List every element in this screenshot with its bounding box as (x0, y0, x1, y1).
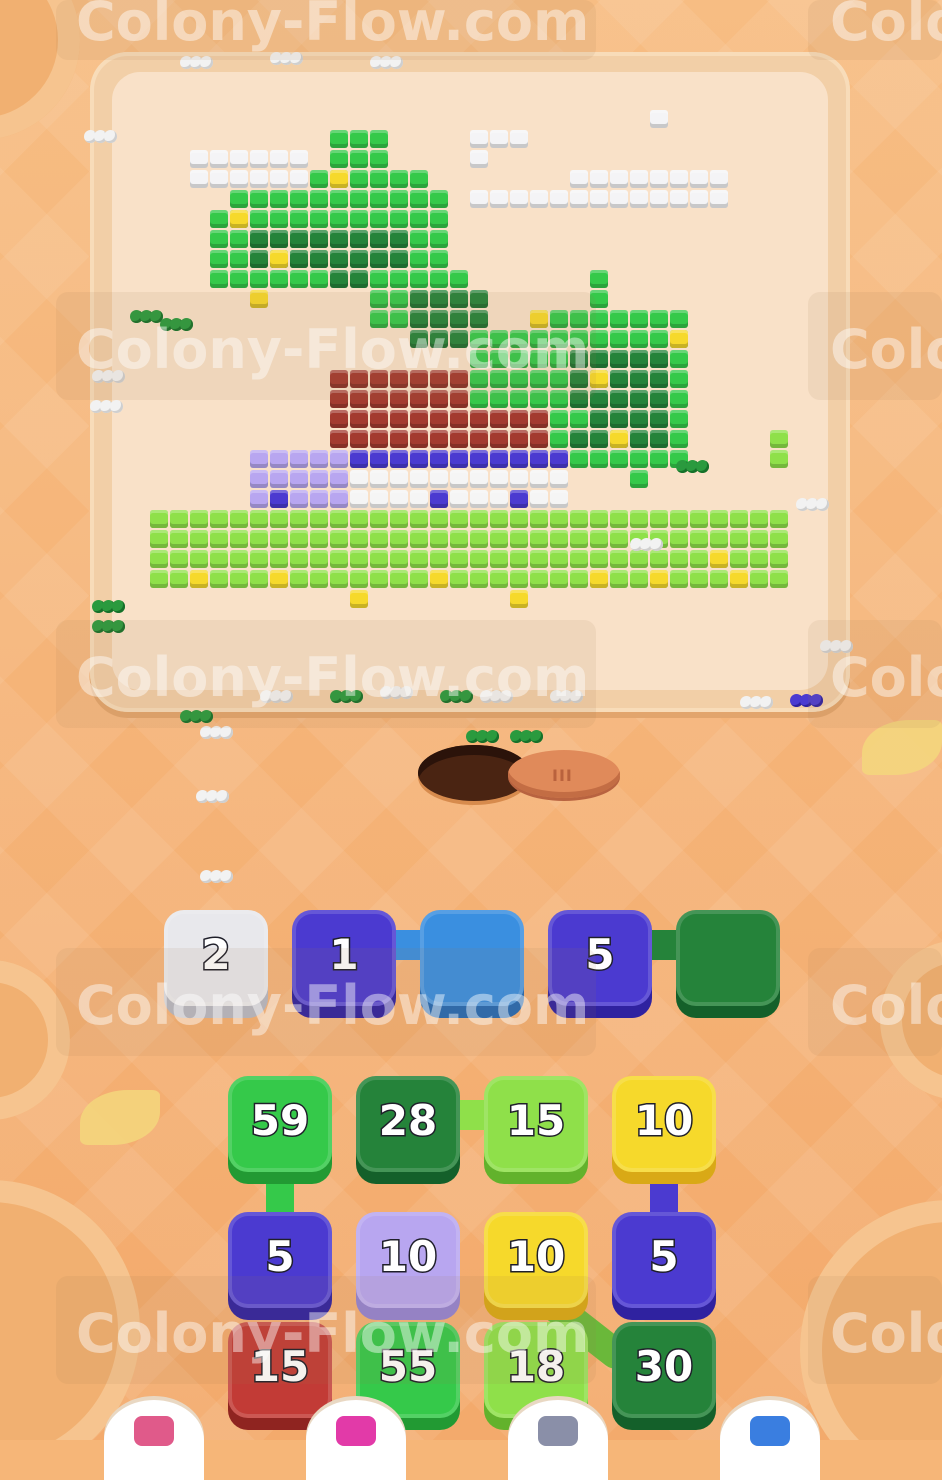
ant-green (676, 460, 710, 476)
ant-white (480, 690, 514, 706)
slot-count-label: 10 (377, 1231, 438, 1283)
selection-slot[interactable]: 2 (164, 910, 268, 1022)
ant-white (92, 370, 126, 386)
queue-tile[interactable]: 59 (228, 1076, 332, 1188)
ant-white (370, 56, 404, 72)
ant-white (200, 726, 234, 742)
background-ring-decoration (880, 940, 942, 1100)
ant-green (330, 690, 364, 706)
ant-blue (790, 694, 824, 710)
leaf-decoration (862, 720, 942, 775)
eraser-icon (134, 1416, 174, 1446)
slot-count-label: 5 (648, 1231, 680, 1283)
booster-button[interactable] (508, 1400, 608, 1480)
ant-white (630, 538, 664, 554)
booster-button[interactable] (720, 1400, 820, 1480)
slot-face (676, 910, 780, 1006)
background-ring-decoration (0, 960, 70, 1120)
ant-green (92, 600, 126, 616)
ant-white (550, 690, 584, 706)
booster-button[interactable] (104, 1400, 204, 1480)
ant-green (160, 318, 194, 334)
ant-green (92, 620, 126, 636)
slot-face (420, 910, 524, 1006)
slot-count-label: 30 (633, 1341, 694, 1393)
slot-count-label: 18 (505, 1341, 566, 1393)
slot-count-label: 55 (377, 1341, 438, 1393)
queue-tile[interactable]: 5 (612, 1212, 716, 1324)
queue-tile[interactable]: 15 (484, 1076, 588, 1188)
ant-white (180, 56, 214, 72)
ant-white (796, 498, 830, 514)
selection-slot[interactable] (420, 910, 524, 1022)
leaf-decoration (80, 1090, 160, 1145)
queue-tile[interactable]: 28 (356, 1076, 460, 1188)
ant-white (90, 400, 124, 416)
ant-white (200, 870, 234, 886)
slot-count-label: 1 (328, 929, 360, 981)
ant-white (270, 52, 304, 68)
slot-count-label: 10 (633, 1095, 694, 1147)
ant-green (440, 690, 474, 706)
slot-count-label: 28 (377, 1095, 438, 1147)
pixel-art-board (90, 52, 850, 712)
selection-slot[interactable]: 1 (292, 910, 396, 1022)
ant-green (180, 710, 214, 726)
slot-count-label: 15 (249, 1341, 310, 1393)
queue-tile[interactable]: 5 (228, 1212, 332, 1324)
ant-white (820, 640, 854, 656)
ant-white (196, 790, 230, 806)
slot-count-label: 10 (505, 1231, 566, 1283)
shuffle-arrow-icon (336, 1416, 376, 1446)
ant-white (260, 690, 294, 706)
slot-count-label: 59 (249, 1095, 310, 1147)
queue-tile[interactable]: 10 (484, 1212, 588, 1324)
pixel-art-canvas (112, 72, 828, 690)
magnet-icon (538, 1416, 578, 1446)
selection-slot[interactable]: 5 (548, 910, 652, 1022)
selection-slot[interactable] (676, 910, 780, 1022)
slot-count-label: 5 (584, 929, 616, 981)
ant-nest-lid: III (508, 750, 620, 798)
background-ring-decoration (0, 0, 80, 140)
ant-green (510, 730, 544, 746)
background-ring-decoration (800, 1200, 942, 1440)
queue-tile[interactable]: 10 (612, 1076, 716, 1188)
ant-white (380, 686, 414, 702)
heart-icon (750, 1416, 790, 1446)
queue-tile[interactable]: 30 (612, 1322, 716, 1434)
ant-green (466, 730, 500, 746)
queue-tile[interactable]: 10 (356, 1212, 460, 1324)
ant-white (740, 696, 774, 712)
slot-count-label: 15 (505, 1095, 566, 1147)
slot-count-label: 5 (264, 1231, 296, 1283)
ant-green (130, 310, 164, 326)
background-ring-decoration (0, 1180, 140, 1440)
ant-white (84, 130, 118, 146)
booster-button[interactable] (306, 1400, 406, 1480)
slot-count-label: 2 (200, 929, 232, 981)
